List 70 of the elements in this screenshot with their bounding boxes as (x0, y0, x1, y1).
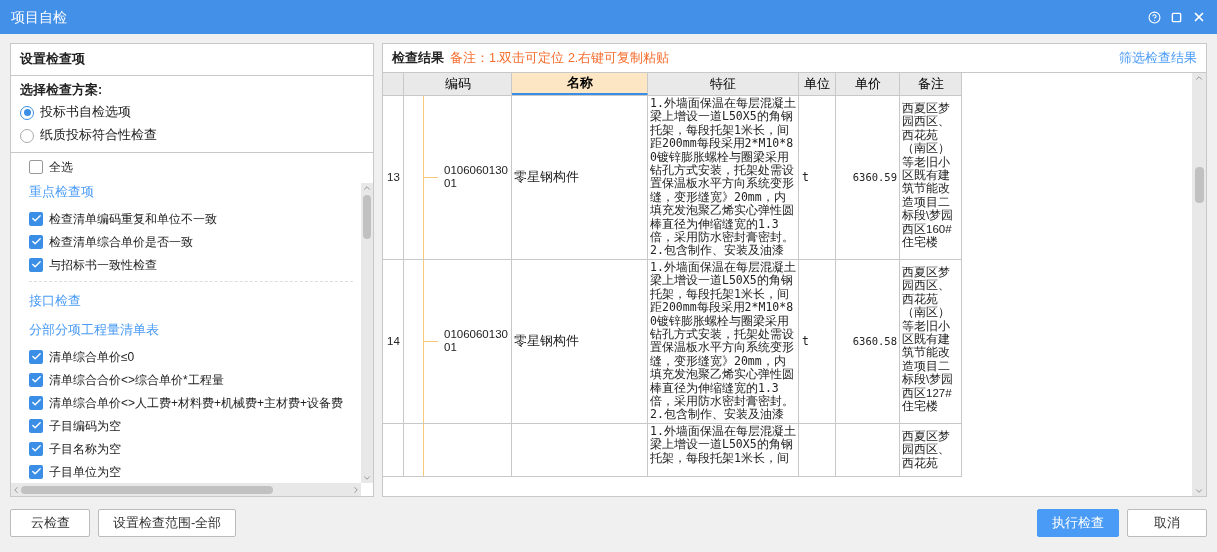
panel-title: 设置检查项 (20, 51, 85, 69)
column-header[interactable]: 单位 (799, 73, 836, 95)
code-cell-text: 010606013001 (444, 327, 509, 355)
name-cell: 零星钢构件 (514, 334, 579, 348)
feature-cell: 1.外墙面保温在每层混凝土梁上增设一道L50X5的角钢托架，每段托架1米长，间 (650, 424, 796, 465)
scroll-thumb[interactable] (21, 485, 273, 494)
maximize-icon[interactable] (1171, 11, 1182, 23)
checkbox[interactable] (29, 234, 43, 249)
dialog-button[interactable]: 取消 (1127, 509, 1207, 537)
price-cell: 6360.58 (852, 334, 897, 348)
column-header[interactable]: 备注 (900, 73, 962, 95)
unit-cell: t (802, 170, 809, 185)
checkbox[interactable] (29, 464, 43, 479)
price-cell: 6360.59 (852, 170, 897, 185)
checkbox[interactable] (29, 395, 43, 410)
checkbox-label: 检查清单编码重复和单位不一致 (49, 210, 217, 228)
scroll-down-icon[interactable] (1194, 486, 1204, 496)
radio-option[interactable]: 投标书自检选项 (20, 101, 364, 124)
window-title: 项目自检 (11, 7, 68, 27)
checkbox[interactable] (29, 257, 43, 272)
scheme-label: 选择检查方案: (20, 81, 104, 99)
checkbox[interactable] (29, 441, 43, 456)
scroll-thumb[interactable] (363, 195, 371, 239)
checkbox[interactable] (29, 349, 43, 364)
unit-cell: t (802, 334, 809, 348)
row-number: 13 (387, 170, 400, 185)
vertical-scrollbar[interactable] (1192, 73, 1206, 496)
hint-text: 备注：1.双击可定位 2.右键可复制粘贴 (450, 49, 671, 67)
scroll-up-icon[interactable] (1194, 73, 1204, 83)
dialog-button[interactable]: 设置检查范围-全部 (98, 509, 237, 537)
checkbox-label: 子目编码为空 (49, 417, 121, 435)
scroll-down-icon[interactable] (362, 473, 372, 483)
checkbox[interactable] (29, 211, 43, 226)
checkbox-label: 与招标书一致性检查 (49, 256, 157, 274)
remark-cell-text: 西夏区梦园西区、西花苑（南区）等老旧小区既有建筑节能改造项目二标段\梦园西区127#住宅楼 (902, 265, 955, 414)
name-cell: 零星钢构件 (514, 170, 579, 185)
vertical-scrollbar[interactable] (361, 183, 373, 483)
scroll-up-icon[interactable] (362, 183, 372, 193)
column-header[interactable]: 特征 (648, 73, 799, 95)
checkbox[interactable] (29, 159, 43, 174)
checkbox-label: 子目单位为空 (49, 463, 121, 481)
scroll-left-icon[interactable] (11, 484, 21, 495)
checkbox-label: 清单综合单价<>人工费+材料费+机械费+主材费+设备费 (49, 394, 344, 412)
row-number: 14 (387, 334, 400, 348)
section-heading: 接口检查 (29, 293, 81, 311)
feature-cell: 1.外墙面保温在每层混凝土梁上增设一道L50X5的角钢托架，每段托架1米长，间距200mm每段采用2*M10*80镀锌膨胀螺栓与圈梁采用钻孔方式安装，托架处需设置保温板水平方向系统变形缝，变形缝宽》20mm，内填充发泡聚乙烯实心弹性圆棒直径为伸缩缝宽的1.3倍，采用防水密封膏密封。 2.包含制作、安装及油漆 (650, 260, 796, 422)
checkbox-label: 子目名称为空 (49, 440, 121, 458)
dialog-button[interactable]: 云检查 (10, 509, 90, 537)
checkbox[interactable] (29, 372, 43, 387)
close-icon[interactable] (1192, 10, 1206, 24)
radio-option[interactable]: 纸质投标符合性检查 (20, 124, 364, 147)
checkbox-label: 清单综合单价≤0 (49, 348, 135, 366)
scroll-thumb[interactable] (1194, 167, 1204, 203)
checkbox-label: 全选 (49, 158, 73, 176)
horizontal-scrollbar[interactable] (11, 483, 361, 496)
help-icon[interactable] (1148, 10, 1161, 24)
checkbox-label: 清单综合合价<>综合单价*工程量 (49, 371, 224, 389)
section-heading: 重点检查项 (29, 184, 94, 202)
feature-cell: 1.外墙面保温在每层混凝土梁上增设一道L50X5的角钢托架，每段托架1米长，间距200mm每段采用2*M10*80镀锌膨胀螺栓与圈梁采用钻孔方式安装，托架处需设置保温板水平方向系统变形缝，变形缝宽》20mm，内填充发泡聚乙烯实心弹性圆棒直径为伸缩缝宽的1.3倍，采用防水密封膏密封。 2.包含制作、安装及油漆 (650, 97, 796, 258)
column-header[interactable]: 名称 (512, 73, 648, 95)
remark-cell-text: 西夏区梦园西区、西花苑 (902, 429, 951, 470)
remark-cell-text: 西夏区梦园西区、西花苑（南区）等老旧小区既有建筑节能改造项目二标段\梦园西区160#住宅楼 (902, 102, 955, 250)
code-cell-text: 010606013001 (444, 164, 509, 191)
section-heading: 分部分项工程量清单表 (29, 322, 159, 340)
scroll-right-icon[interactable] (351, 484, 361, 495)
column-header[interactable]: 单价 (836, 73, 900, 95)
checkbox-label: 检查清单综合单价是否一致 (49, 233, 193, 251)
column-header[interactable]: 编码 (404, 73, 512, 95)
panel-title: 检查结果 (392, 49, 444, 67)
checkbox[interactable] (29, 418, 43, 433)
